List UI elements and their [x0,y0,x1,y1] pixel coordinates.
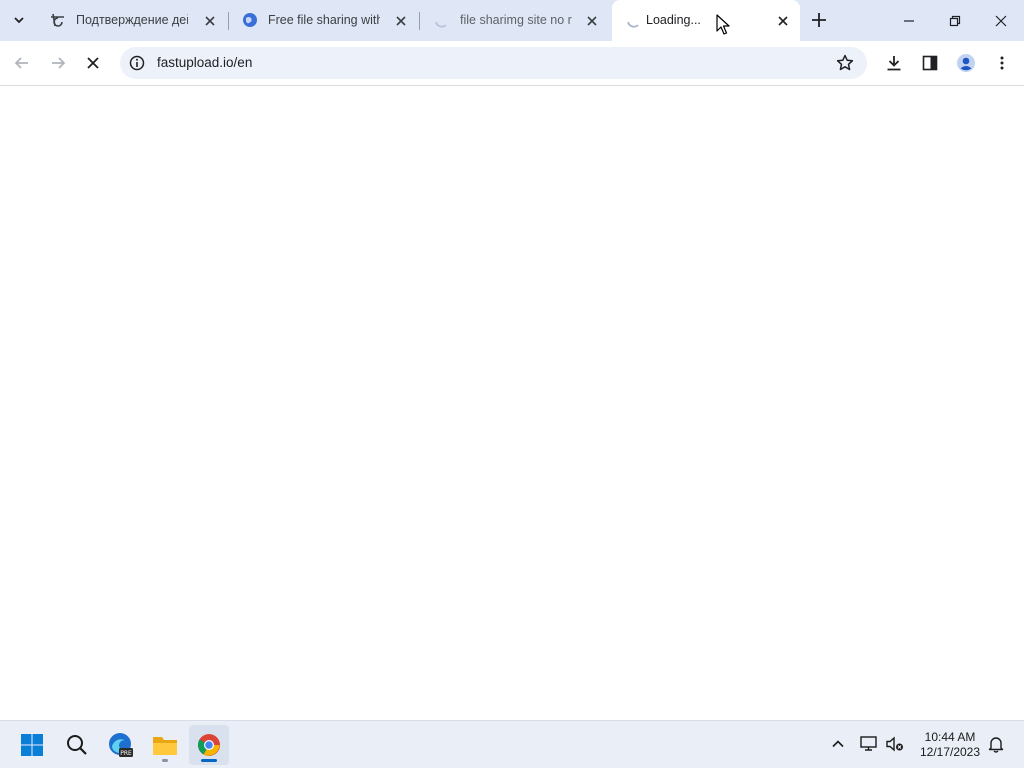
svg-text:PRE: PRE [120,750,132,757]
arrow-left-icon [14,57,28,69]
taskbar: PRE 10:44 AM 12/17/2023 [0,720,1024,768]
notifications-button[interactable] [986,734,1006,754]
tab-strip: Подтверждение действия Free file sharing… [0,0,1024,41]
close-window-button[interactable] [978,0,1024,41]
mouse-cursor-icon [716,14,730,35]
running-indicator [162,759,168,762]
forward-button[interactable] [46,51,70,75]
tab-title: Loading... [646,13,701,27]
browser-toolbar: fastupload.io/en [0,41,1024,86]
close-icon [995,15,1007,26]
chevron-up-icon [832,740,844,748]
volume-muted-icon [886,736,903,752]
arrow-right-icon [52,57,66,69]
tab-4-active[interactable]: Loading... [612,0,800,41]
new-tab-plus-icon[interactable] [808,9,830,31]
info-icon[interactable] [129,55,145,71]
address-bar[interactable]: fastupload.io/en [120,47,867,79]
close-icon[interactable] [393,13,409,29]
back-button[interactable] [10,51,34,75]
tab-1[interactable]: Подтверждение действия [36,0,226,41]
restore-button[interactable] [932,0,978,41]
taskbar-edge-preview[interactable]: PRE [101,725,141,765]
taskbar-chrome[interactable] [189,725,229,765]
close-icon[interactable] [775,13,791,29]
start-button[interactable] [12,725,52,765]
clock-time: 10:44 AM [924,730,976,744]
loading-spinner-icon [435,21,447,28]
system-clock[interactable]: 10:44 AM 12/17/2023 [910,730,990,760]
minimize-button[interactable] [886,0,932,41]
file-explorer-icon [153,737,177,755]
tab-2[interactable]: Free file sharing without registration [228,0,418,41]
bell-icon [988,737,1004,753]
tab-title: Подтверждение действия [76,13,188,27]
close-icon[interactable] [584,13,600,29]
downloads-button[interactable] [882,51,906,75]
stop-loading-button[interactable] [81,51,105,75]
network-button[interactable] [859,734,879,754]
search-icon [67,735,87,755]
start-icon [21,734,43,756]
chevron-down-icon [14,17,24,24]
captcha-icon [51,13,64,27]
show-hidden-icons-button[interactable] [828,734,848,754]
restore-icon [949,15,961,26]
menu-button[interactable] [990,51,1014,75]
tab-title: Free file sharing without registration [268,13,380,27]
close-icon[interactable] [202,13,218,29]
chrome-icon [198,734,220,756]
bookmark-star-icon[interactable] [836,54,854,72]
side-panel-button[interactable] [918,51,942,75]
network-icon [860,736,877,751]
clock-date: 12/17/2023 [919,745,981,759]
address-url: fastupload.io/en [157,55,253,70]
globe-icon [243,13,257,27]
taskbar-search-button[interactable] [57,725,97,765]
tab-search-button[interactable] [6,7,32,33]
more-vertical-icon [1000,56,1004,70]
minimize-icon [904,19,914,22]
taskbar-file-explorer[interactable] [145,725,185,765]
volume-button[interactable] [885,734,905,754]
side-panel-icon [922,55,938,71]
tab-3[interactable]: file sharimg site no registration [420,0,610,41]
profile-button[interactable] [954,51,978,75]
download-icon [887,56,901,71]
avatar-icon [957,54,975,72]
tab-title: file sharimg site no registration [460,13,572,27]
loading-spinner-icon [627,21,639,28]
close-icon [87,57,99,69]
edge-preview-icon: PRE [109,733,133,757]
page-content[interactable] [0,87,1024,720]
running-indicator [201,759,217,762]
